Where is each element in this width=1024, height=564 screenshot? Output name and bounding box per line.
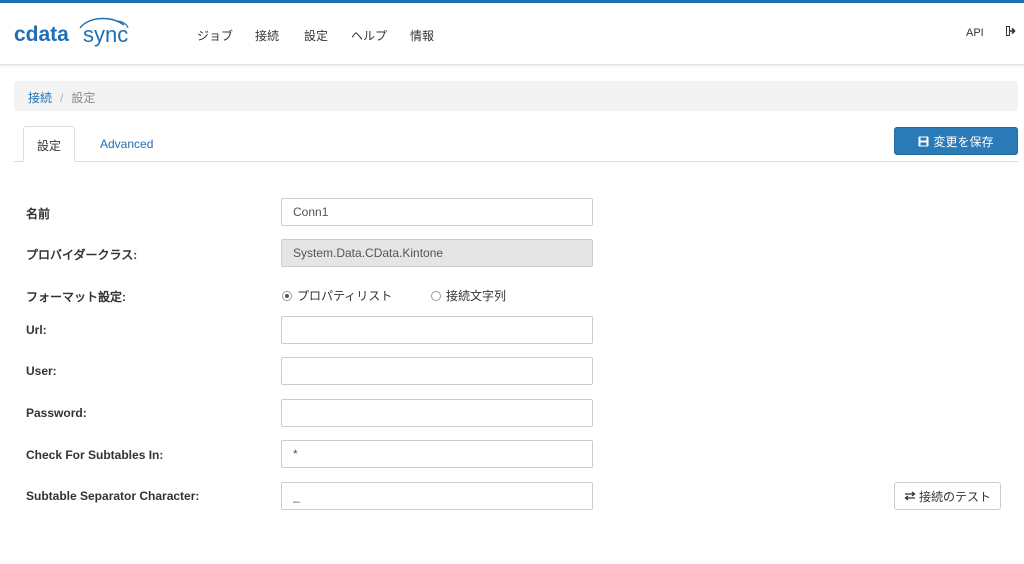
password-input[interactable] — [281, 399, 593, 427]
radio-property-list-label: プロパティリスト — [297, 289, 393, 303]
subtable-separator-input[interactable] — [281, 482, 593, 510]
test-connection-button[interactable]: 接続のテスト — [894, 482, 1001, 510]
radio-checked-icon — [282, 290, 292, 301]
name-label: 名前 — [26, 207, 51, 221]
check-subtables-label: Check For Subtables In: — [26, 448, 164, 462]
radio-unchecked-icon — [431, 290, 441, 301]
cdata-sync-logo[interactable]: cdata sync — [14, 15, 134, 51]
name-input[interactable] — [281, 198, 593, 226]
sign-out-icon[interactable] — [1006, 25, 1018, 39]
test-connection-label: 接続のテスト — [918, 489, 991, 504]
nav-item-jobs[interactable]: ジョブ — [197, 27, 233, 44]
floppy-disk-icon — [918, 136, 929, 146]
tab-settings[interactable]: 設定 — [23, 126, 76, 162]
save-changes-label: 変更を保存 — [933, 134, 994, 149]
tab-advanced[interactable]: Advanced — [86, 126, 167, 162]
save-changes-button[interactable]: 変更を保存 — [894, 127, 1018, 155]
breadcrumb-current: 設定 — [71, 91, 96, 105]
top-navbar: cdata sync ジョブ 接続 設定 ヘルプ 情報 API — [0, 3, 1024, 65]
nav-item-info[interactable]: 情報 — [410, 27, 434, 44]
subtable-separator-label: Subtable Separator Character: — [26, 489, 200, 503]
password-label: Password: — [26, 406, 87, 420]
url-label: Url: — [26, 323, 47, 337]
radio-connection-string-label: 接続文字列 — [446, 289, 507, 303]
format-setting-label: フォーマット設定: — [26, 290, 126, 304]
radio-connection-string[interactable]: 接続文字列 — [431, 287, 506, 304]
nav-item-api[interactable]: API — [966, 27, 984, 39]
user-label: User: — [26, 364, 57, 378]
nav-item-help[interactable]: ヘルプ — [351, 27, 387, 44]
provider-class-field — [281, 239, 593, 267]
breadcrumb: 接続 / 設定 — [14, 81, 1018, 111]
url-input[interactable] — [281, 316, 593, 344]
exchange-arrows-icon — [904, 491, 916, 501]
svg-text:cdata: cdata — [14, 23, 69, 46]
provider-class-label: プロバイダークラス: — [26, 248, 138, 262]
check-subtables-input[interactable] — [281, 440, 593, 468]
user-input[interactable] — [281, 357, 593, 385]
nav-item-settings[interactable]: 設定 — [304, 27, 328, 44]
radio-property-list[interactable]: プロパティリスト — [282, 287, 392, 304]
breadcrumb-link-connections[interactable]: 接続 — [28, 91, 52, 105]
nav-item-connections[interactable]: 接続 — [255, 27, 279, 44]
breadcrumb-separator: / — [60, 91, 64, 105]
svg-text:sync: sync — [83, 22, 128, 47]
